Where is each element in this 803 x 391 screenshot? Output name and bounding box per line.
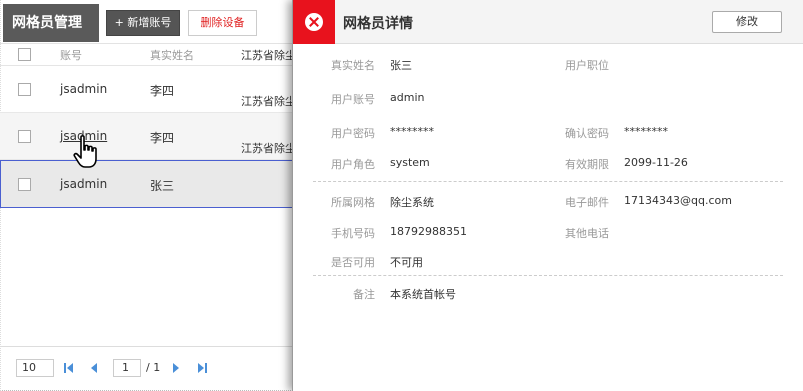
row-account: jsadmin [60,177,108,191]
confirm-password-value: ******** [624,125,668,138]
page-title: 网格员管理 [3,4,99,42]
account-value: admin [390,91,425,104]
table-header: 账号 真实姓名 江苏省除尘 [0,44,296,66]
add-account-button[interactable]: + 新增账号 [106,10,180,36]
expire-label: 有效期限 [565,158,609,171]
page-size-select[interactable]: 10 [16,359,54,377]
row-name: 李四 [150,131,175,145]
grid-value: 除尘系统 [390,196,434,209]
select-all-checkbox[interactable] [18,48,31,61]
other-phone-label: 其他电话 [565,227,609,240]
confirm-password-label: 确认密码 [565,127,609,140]
detail-title: 网格员详情 [343,16,413,32]
list-header: 网格员管理 + 新增账号 删除设备 [0,0,296,44]
row-name: 李四 [150,84,175,98]
next-page-icon[interactable] [172,359,182,377]
phone-label: 手机号码 [331,227,375,240]
hand-pointer-icon [73,135,97,168]
expire-value: 2099-11-26 [624,156,688,169]
grid-member-list-panel: 网格员管理 + 新增账号 删除设备 账号 真实姓名 江苏省除尘 jsadmin … [0,0,296,391]
column-account: 账号 [60,49,82,62]
grid-label: 所属网格 [331,196,375,209]
detail-header: 网格员详情 修改 [293,0,803,44]
first-page-icon[interactable] [64,359,76,377]
row-checkbox[interactable] [18,83,31,96]
delete-device-button[interactable]: 删除设备 [188,10,257,36]
table-row-selected[interactable]: jsadmin 张三 [0,160,296,208]
row-address: 江苏省除尘 [241,95,295,108]
password-label: 用户密码 [331,127,375,140]
current-page-input[interactable]: 1 [113,359,141,377]
divider [313,275,783,276]
remark-label: 备注 [353,288,375,301]
email-label: 电子邮件 [565,196,609,209]
account-label: 用户账号 [331,93,375,106]
email-value: 17134343@qq.com [624,194,732,207]
row-checkbox[interactable] [18,178,31,191]
table-row[interactable]: jsadmin 李四 江苏省除尘 [0,113,296,160]
role-label: 用户角色 [331,158,375,171]
row-checkbox[interactable] [18,130,31,143]
remark-value: 本系统首帐号 [390,288,456,301]
row-address: 江苏省除尘 [241,142,295,155]
table-row[interactable]: jsadmin 李四 江苏省除尘 [0,66,296,113]
last-page-icon[interactable] [198,359,210,377]
row-name: 张三 [150,179,175,193]
enabled-value: 不可用 [390,256,423,269]
role-value: system [390,156,430,169]
divider [313,181,783,182]
column-address: 江苏省除尘 [241,49,295,62]
row-account: jsadmin [60,82,108,96]
pagination: 10 1 / 1 [0,346,296,389]
close-icon [305,13,323,31]
enabled-label: 是否可用 [331,256,375,269]
real-name-label: 真实姓名 [331,59,375,72]
total-pages: / 1 [146,361,161,374]
position-label: 用户职位 [565,59,609,72]
column-real-name: 真实姓名 [150,49,194,62]
grid-member-detail-panel: 网格员详情 修改 真实姓名 张三 用户职位 用户账号 admin 用户密码 **… [292,0,803,391]
close-button[interactable] [293,0,335,44]
prev-page-icon[interactable] [90,359,100,377]
edit-button[interactable]: 修改 [712,11,782,33]
password-value: ******** [390,125,434,138]
phone-value: 18792988351 [390,225,467,238]
real-name-value: 张三 [390,59,412,72]
